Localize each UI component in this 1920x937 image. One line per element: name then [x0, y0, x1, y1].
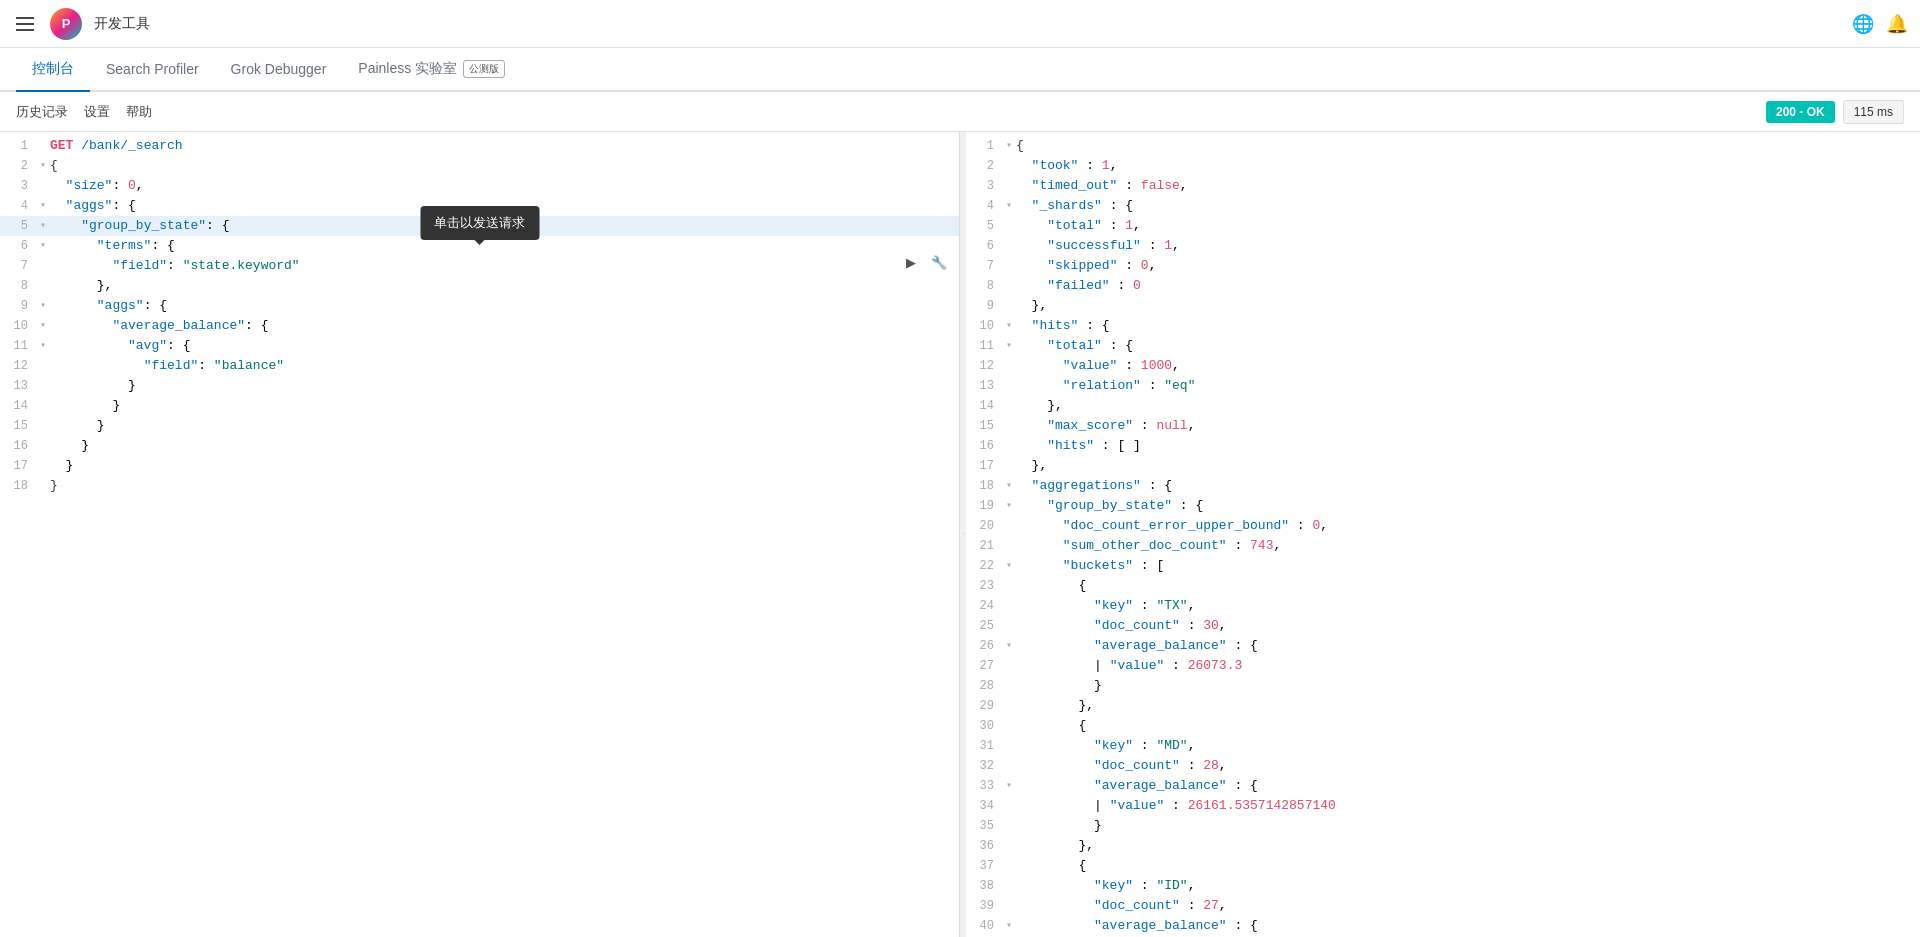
top-bar-actions: 🌐 🔔	[1852, 13, 1908, 35]
status-area: 200 - OK 115 ms	[1766, 100, 1904, 124]
history-menu[interactable]: 历史记录	[16, 103, 68, 121]
tab-grok-debugger[interactable]: Grok Debugger	[215, 48, 343, 92]
resp-line-26: 26 ▾ "average_balance" : {	[966, 636, 1920, 656]
resp-line-29: 29 },	[966, 696, 1920, 716]
resp-line-14: 14 },	[966, 396, 1920, 416]
main-content: 单击以发送请求 ▶ 🔧 1 GET /bank/_search 2 ▾ { 3	[0, 132, 1920, 937]
resp-line-18: 18 ▾ "aggregations" : {	[966, 476, 1920, 496]
resp-line-35: 35 }	[966, 816, 1920, 836]
left-editor-panel: 单击以发送请求 ▶ 🔧 1 GET /bank/_search 2 ▾ { 3	[0, 132, 960, 937]
code-line-17: 17 }	[0, 456, 959, 476]
resp-line-23: 23 {	[966, 576, 1920, 596]
resp-line-28: 28 }	[966, 676, 1920, 696]
code-line-18: 18 }	[0, 476, 959, 496]
resp-line-38: 38 "key" : "ID",	[966, 876, 1920, 896]
code-line-5: 5 ▾ "group_by_state": {	[0, 216, 959, 236]
app-logo: P	[50, 8, 82, 40]
resp-line-1: 1 ▾ {	[966, 136, 1920, 156]
resp-line-13: 13 "relation" : "eq"	[966, 376, 1920, 396]
resp-line-27: 27 | "value" : 26073.3	[966, 656, 1920, 676]
code-line-4: 4 ▾ "aggs": {	[0, 196, 959, 216]
code-line-3: 3 "size": 0,	[0, 176, 959, 196]
resp-line-12: 12 "value" : 1000,	[966, 356, 1920, 376]
resp-line-31: 31 "key" : "MD",	[966, 736, 1920, 756]
resp-line-36: 36 },	[966, 836, 1920, 856]
code-line-12: 12 "field": "balance"	[0, 356, 959, 376]
resp-line-34: 34 | "value" : 26161.5357142857140	[966, 796, 1920, 816]
tab-painless-lab[interactable]: Painless 实验室 公测版	[342, 48, 521, 92]
resp-line-20: 20 "doc_count_error_upper_bound" : 0,	[966, 516, 1920, 536]
code-line-14: 14 }	[0, 396, 959, 416]
code-line-9: 9 ▾ "aggs": {	[0, 296, 959, 316]
right-response-panel: 1 ▾ { 2 "took" : 1, 3 "timed_out" : fals…	[966, 132, 1920, 937]
resp-line-37: 37 {	[966, 856, 1920, 876]
code-line-6: 6 ▾ "terms": {	[0, 236, 959, 256]
code-line-7: 7 "field": "state.keyword"	[0, 256, 959, 276]
globe-icon[interactable]: 🌐	[1852, 13, 1874, 35]
secondary-bar: 历史记录 设置 帮助 200 - OK 115 ms	[0, 92, 1920, 132]
resp-line-8: 8 "failed" : 0	[966, 276, 1920, 296]
code-line-1: 1 GET /bank/_search	[0, 136, 959, 156]
resp-line-3: 3 "timed_out" : false,	[966, 176, 1920, 196]
code-line-13: 13 }	[0, 376, 959, 396]
beta-badge: 公测版	[463, 60, 505, 78]
response-time: 115 ms	[1843, 100, 1904, 124]
resp-line-16: 16 "hits" : [ ]	[966, 436, 1920, 456]
resp-line-9: 9 },	[966, 296, 1920, 316]
resp-line-39: 39 "doc_count" : 27,	[966, 896, 1920, 916]
code-line-15: 15 }	[0, 416, 959, 436]
resp-line-30: 30 {	[966, 716, 1920, 736]
resp-line-33: 33 ▾ "average_balance" : {	[966, 776, 1920, 796]
resp-line-25: 25 "doc_count" : 30,	[966, 616, 1920, 636]
resp-line-17: 17 },	[966, 456, 1920, 476]
code-line-8: 8 },	[0, 276, 959, 296]
resp-line-7: 7 "skipped" : 0,	[966, 256, 1920, 276]
app-title: 开发工具	[94, 15, 150, 33]
tab-search-profiler[interactable]: Search Profiler	[90, 48, 215, 92]
resp-line-6: 6 "successful" : 1,	[966, 236, 1920, 256]
resp-line-15: 15 "max_score" : null,	[966, 416, 1920, 436]
tab-console[interactable]: 控制台	[16, 48, 90, 92]
resp-line-40: 40 ▾ "average_balance" : {	[966, 916, 1920, 936]
code-line-2: 2 ▾ {	[0, 156, 959, 176]
tab-bar: 控制台 Search Profiler Grok Debugger Painle…	[0, 48, 1920, 92]
resp-line-32: 32 "doc_count" : 28,	[966, 756, 1920, 776]
resp-line-5: 5 "total" : 1,	[966, 216, 1920, 236]
bell-icon[interactable]: 🔔	[1886, 13, 1908, 35]
code-line-11: 11 ▾ "avg": {	[0, 336, 959, 356]
status-badge: 200 - OK	[1766, 101, 1835, 123]
resp-line-10: 10 ▾ "hits" : {	[966, 316, 1920, 336]
code-line-10: 10 ▾ "average_balance": {	[0, 316, 959, 336]
resp-line-11: 11 ▾ "total" : {	[966, 336, 1920, 356]
resp-line-2: 2 "took" : 1,	[966, 156, 1920, 176]
resp-line-4: 4 ▾ "_shards" : {	[966, 196, 1920, 216]
resp-line-21: 21 "sum_other_doc_count" : 743,	[966, 536, 1920, 556]
top-bar: P 开发工具 🌐 🔔	[0, 0, 1920, 48]
left-code-area[interactable]: 1 GET /bank/_search 2 ▾ { 3 "size": 0, 4…	[0, 132, 959, 937]
hamburger-menu[interactable]	[12, 13, 38, 35]
right-code-area[interactable]: 1 ▾ { 2 "took" : 1, 3 "timed_out" : fals…	[966, 132, 1920, 937]
code-line-16: 16 }	[0, 436, 959, 456]
resp-line-22: 22 ▾ "buckets" : [	[966, 556, 1920, 576]
resp-line-24: 24 "key" : "TX",	[966, 596, 1920, 616]
settings-menu[interactable]: 设置	[84, 103, 110, 121]
help-menu[interactable]: 帮助	[126, 103, 152, 121]
resp-line-19: 19 ▾ "group_by_state" : {	[966, 496, 1920, 516]
